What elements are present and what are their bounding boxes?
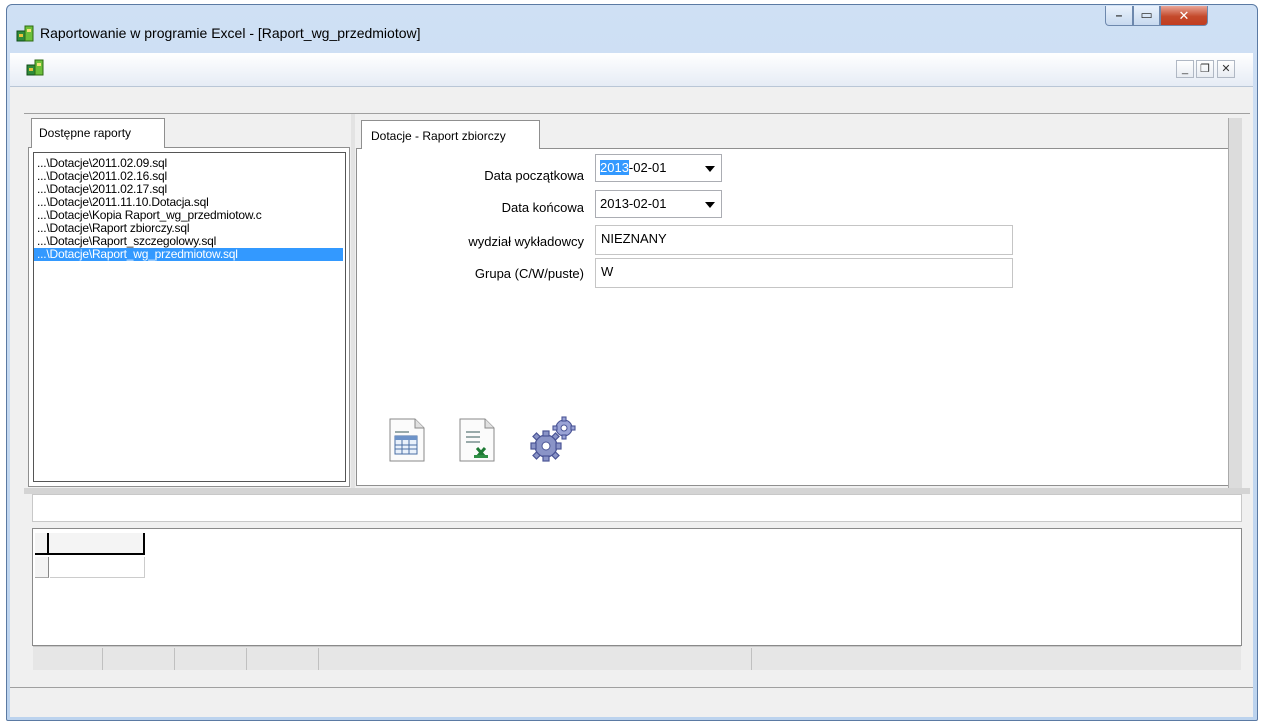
chevron-down-icon[interactable] <box>705 166 715 172</box>
excel-export-icon <box>459 418 495 462</box>
grid-cell[interactable] <box>50 557 145 578</box>
end-date-label: Data końcowa <box>501 200 584 215</box>
main-status-bar <box>10 687 1253 717</box>
mdi-restore-button[interactable]: ❐ <box>1196 60 1214 78</box>
group-label: Grupa (C/W/puste) <box>474 266 584 281</box>
toolbar-strip <box>24 88 1250 114</box>
minimize-icon: – <box>1115 8 1123 22</box>
reports-listbox[interactable]: ...\Dotacje\2011.02.09.sql ...\Dotacje\20… <box>33 152 346 482</box>
chevron-down-icon[interactable] <box>705 202 715 208</box>
status-segment <box>319 648 752 670</box>
status-segment <box>33 648 103 670</box>
list-item[interactable]: ...\Dotacje\Raport_wg_przedmiotow.sql <box>34 248 343 261</box>
department-input[interactable]: NIEZNANY <box>595 225 1013 255</box>
export-excel-button[interactable] <box>458 418 496 462</box>
group-input[interactable]: W <box>595 258 1013 288</box>
start-date-label: Data początkowa <box>484 168 584 183</box>
vertical-splitter[interactable] <box>351 114 355 488</box>
bottom-toolbar-strip <box>32 494 1242 522</box>
list-item[interactable]: ...\Dotacje\Raport zbiorczy.sql <box>34 222 343 235</box>
show-grid-button[interactable] <box>388 418 426 462</box>
list-item[interactable]: ...\Dotacje\Kopia Raport_wg_przedmiotow.… <box>34 209 343 222</box>
close-icon: ✕ <box>1178 8 1190 23</box>
gears-icon <box>530 416 576 462</box>
maximize-icon: ▭ <box>1140 7 1153 22</box>
mdi-minimize-button[interactable]: _ <box>1176 60 1194 78</box>
status-segment <box>103 648 175 670</box>
window-title: Raportowanie w programie Excel - [Raport… <box>40 25 421 41</box>
right-panel-scrollbar[interactable] <box>1228 118 1242 488</box>
start-date-selected-part: 2013 <box>600 160 629 175</box>
close-button[interactable]: ✕ <box>1160 6 1208 26</box>
results-grid[interactable] <box>32 528 1242 646</box>
tab-available-reports[interactable]: Dostępne raporty <box>31 118 165 148</box>
department-label: wydział wykładowcy <box>468 234 584 249</box>
start-date-rest: -02-01 <box>628 160 667 175</box>
list-item[interactable]: ...\Dotacje\2011.02.16.sql <box>34 170 343 183</box>
list-item[interactable]: ...\Dotacje\2011.11.10.Dotacja.sql <box>34 196 343 209</box>
minimize-button[interactable]: – <box>1105 6 1133 26</box>
list-item[interactable]: ...\Dotacje\2011.02.09.sql <box>34 157 343 170</box>
mdi-child-bar: _ ❐ ✕ <box>10 53 1253 87</box>
app-icon <box>16 24 34 42</box>
mdi-close-button[interactable]: ✕ <box>1217 60 1235 78</box>
grid-corner-cell[interactable] <box>35 533 49 555</box>
list-item[interactable]: ...\Dotacje\Raport_szczegolowy.sql <box>34 235 343 248</box>
mdi-app-icon <box>26 58 44 76</box>
status-segment <box>175 648 247 670</box>
status-segment <box>247 648 319 670</box>
list-item[interactable]: ...\Dotacje\2011.02.17.sql <box>34 183 343 196</box>
start-date-picker[interactable]: 2013-02-01 <box>595 154 722 182</box>
grid-row-header[interactable] <box>35 557 49 578</box>
end-date-picker[interactable]: 2013-02-01 <box>595 190 722 218</box>
table-report-icon <box>389 418 425 462</box>
grid-column-header[interactable] <box>49 533 145 555</box>
end-date-value: 2013-02-01 <box>600 196 667 211</box>
run-report-button[interactable] <box>526 414 578 464</box>
maximize-button[interactable]: ▭ <box>1133 6 1160 26</box>
tab-report-params[interactable]: Dotacje - Raport zbiorczy <box>361 120 540 149</box>
